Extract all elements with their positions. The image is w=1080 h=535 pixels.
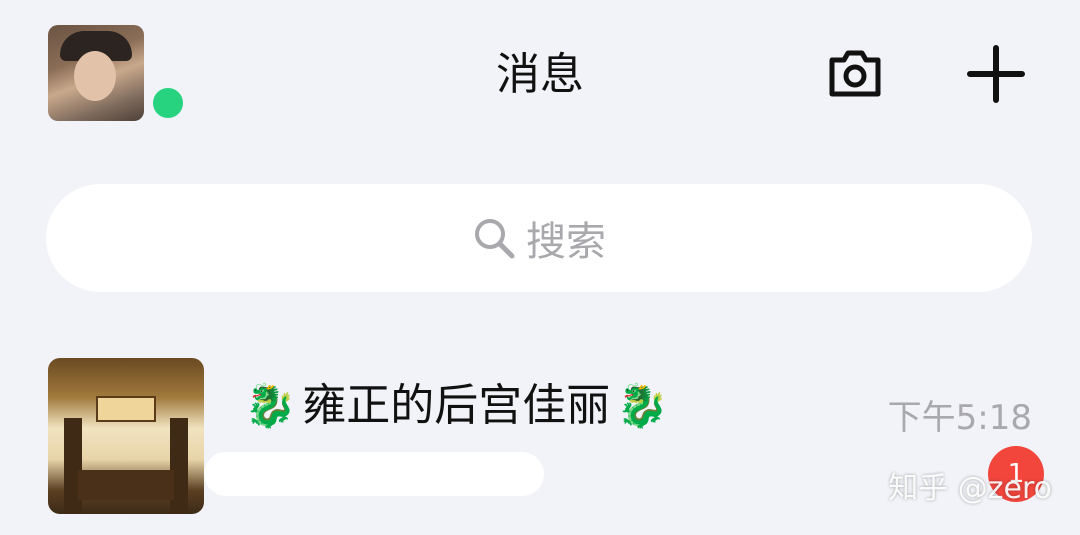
page-title: 消息 <box>496 49 584 100</box>
plus-icon <box>967 45 1025 103</box>
user-avatar[interactable] <box>48 25 144 121</box>
watermark-text: 知乎 @zero <box>888 471 1052 506</box>
search-placeholder: 搜索 <box>526 219 606 265</box>
chat-name: 🐉 雍正的后宫佳丽 🐉 <box>244 376 669 436</box>
avatar-bed <box>78 470 174 500</box>
avatar-plaque <box>96 396 156 422</box>
online-status-dot <box>150 85 186 121</box>
avatar-face <box>74 51 116 101</box>
dragon-emoji-icon: 🐉 <box>244 381 297 430</box>
chat-name-text: 雍正的后宫佳丽 <box>302 380 611 431</box>
camera-button[interactable] <box>826 44 884 102</box>
message-preview-redacted <box>204 452 544 496</box>
chat-timestamp: 下午5:18 <box>887 398 1032 438</box>
search-icon <box>475 219 515 259</box>
add-button[interactable] <box>966 44 1026 104</box>
dragon-emoji-icon: 🐉 <box>616 381 669 430</box>
chat-avatar <box>48 358 204 514</box>
search-bar[interactable]: 搜索 <box>46 184 1032 292</box>
camera-icon <box>829 50 881 97</box>
chat-list-item[interactable]: 🐉 雍正的后宫佳丽 🐉 下午5:18 1 知乎 @zero <box>0 340 1080 535</box>
